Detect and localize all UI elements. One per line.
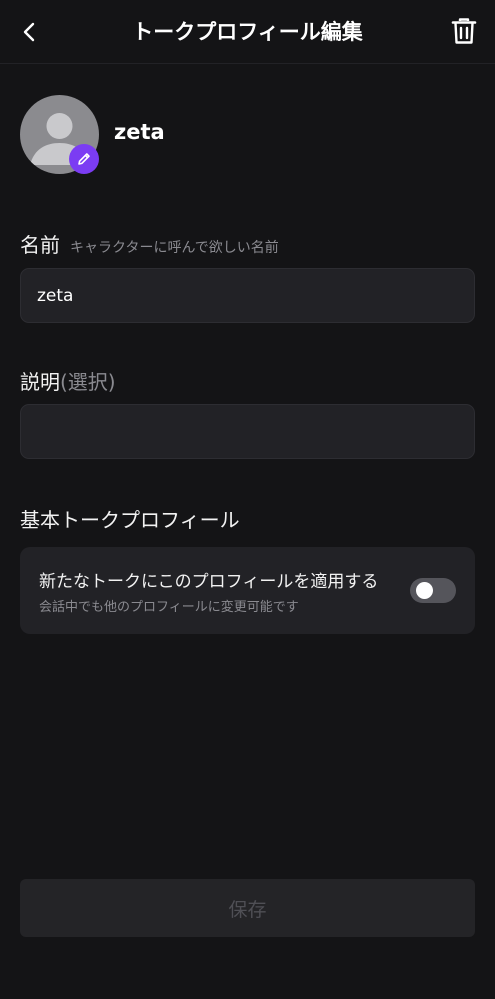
description-input[interactable]: [20, 404, 475, 459]
default-profile-toggle[interactable]: [410, 578, 456, 603]
avatar-edit-button[interactable]: [69, 144, 99, 174]
description-label-row: 説明 (選択): [20, 366, 116, 395]
profile-name: zeta: [114, 120, 165, 144]
header-bar: トークプロフィール編集: [0, 0, 495, 64]
page-title: トークプロフィール編集: [132, 20, 363, 44]
pencil-icon: [78, 153, 90, 165]
back-button[interactable]: [14, 16, 46, 48]
name-hint: キャラクターに呼んで欲しい名前: [70, 240, 279, 256]
name-label-row: 名前 キャラクターに呼んで欲しい名前: [20, 229, 279, 258]
default-profile-toggle-label: 新たなトークにこのプロフィールを適用する: [39, 572, 379, 592]
description-optional-label: (選択): [60, 370, 116, 394]
toggle-knob: [416, 582, 433, 599]
description-label: 説明: [20, 370, 60, 394]
save-button[interactable]: 保存: [20, 879, 475, 937]
name-label: 名前: [20, 233, 60, 257]
default-profile-title: 基本トークプロフィール: [20, 508, 240, 532]
default-profile-card: 新たなトークにこのプロフィールを適用する 会話中でも他のプロフィールに変更可能で…: [20, 547, 475, 634]
delete-button[interactable]: [447, 14, 481, 48]
default-profile-toggle-hint: 会話中でも他のプロフィールに変更可能です: [39, 600, 299, 615]
name-input[interactable]: zeta: [20, 268, 475, 323]
chevron-left-icon: [23, 22, 35, 42]
trash-icon: [451, 18, 477, 44]
